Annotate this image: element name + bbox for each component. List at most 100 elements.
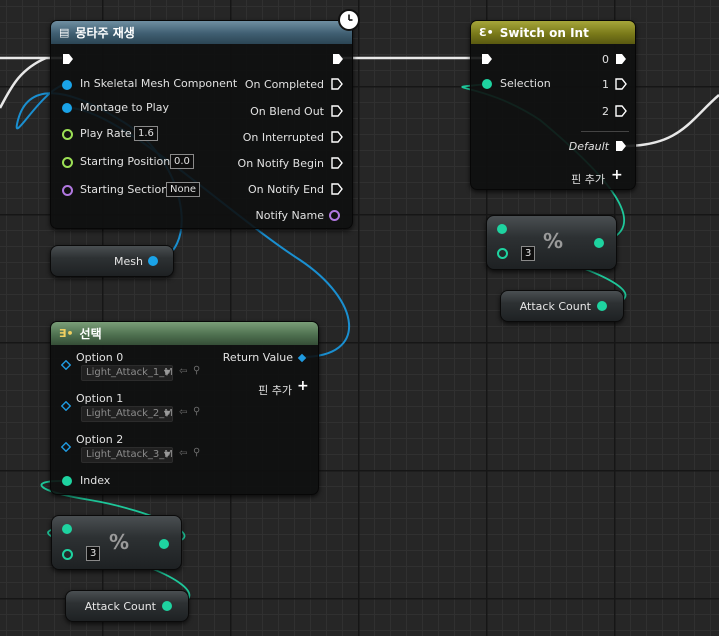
- default-pin[interactable]: [615, 140, 627, 152]
- play-rate-pin[interactable]: [62, 129, 73, 140]
- mesh-variable-node[interactable]: Mesh: [50, 245, 174, 277]
- selection-pin[interactable]: [482, 79, 492, 89]
- option-0-label: Option 0: [76, 351, 124, 364]
- switch-on-int-node[interactable]: Ɛ• Switch on Int Selection 0 1 2 Default…: [470, 20, 636, 190]
- start-section-input[interactable]: None: [166, 182, 201, 197]
- select-node[interactable]: ∃• 선택 Option 0 Light_Attack_1_M ▼ ⇦ ⚲ Opt…: [50, 321, 319, 495]
- switch-divider: [581, 131, 629, 132]
- index-pin[interactable]: [62, 476, 72, 486]
- play-rate-label: Play Rate: [80, 127, 132, 140]
- mesh-component-pin[interactable]: [62, 80, 72, 90]
- switch-exec-in-pin[interactable]: [481, 53, 493, 65]
- mesh-component-label: In Skeletal Mesh Component: [80, 77, 238, 90]
- on-completed-pin[interactable]: [331, 78, 343, 90]
- modulo-top-value-input[interactable]: 3: [521, 246, 536, 261]
- on-blend-out-label: On Blend Out: [250, 105, 324, 118]
- return-value-label: Return Value: [222, 351, 293, 364]
- switch-icon: Ɛ•: [479, 26, 494, 39]
- on-blend-out-pin[interactable]: [331, 105, 343, 117]
- play-montage-node[interactable]: ▤ 몽타주 재생 In Skeletal Mesh Component Mont…: [50, 20, 353, 229]
- case-0-label: 0: [602, 53, 609, 66]
- option-1-pin[interactable]: [61, 401, 71, 411]
- play-montage-title: 몽타주 재생: [75, 26, 135, 40]
- attack-count-top-pin[interactable]: [597, 301, 607, 311]
- return-value-pin[interactable]: [297, 353, 307, 363]
- exec-wire-default-out: [623, 94, 719, 148]
- option-2-dropdown[interactable]: Light_Attack_3_M ▼: [81, 447, 173, 463]
- start-section-label: Starting Section: [80, 183, 169, 196]
- modulo-top-output-pin[interactable]: [594, 238, 604, 248]
- option-1-browse-icon[interactable]: ⚲: [193, 406, 200, 417]
- modulo-bottom-value-input[interactable]: 3: [86, 546, 101, 561]
- selection-label: Selection: [500, 77, 551, 90]
- mesh-variable-pin[interactable]: [148, 256, 158, 266]
- select-header[interactable]: ∃• 선택: [51, 322, 318, 345]
- attack-count-node-bottom[interactable]: Attack Count: [65, 590, 189, 622]
- modulo-top-operator: %: [543, 229, 564, 253]
- attack-count-bottom-pin[interactable]: [162, 601, 172, 611]
- notify-name-label: Notify Name: [255, 209, 324, 222]
- modulo-node-top[interactable]: 3 %: [486, 215, 617, 270]
- mesh-variable-label: Mesh: [114, 255, 143, 268]
- on-completed-label: On Completed: [244, 78, 324, 91]
- option-2-use-icon[interactable]: ⇦: [179, 448, 187, 459]
- switch-add-pin-label[interactable]: 핀 추가: [571, 171, 605, 187]
- option-2-browse-icon[interactable]: ⚲: [193, 447, 200, 458]
- latent-clock-icon: [338, 9, 360, 31]
- modulo-bottom-output-pin[interactable]: [159, 539, 169, 549]
- on-interrupted-label: On Interrupted: [242, 131, 324, 144]
- option-0-dropdown[interactable]: Light_Attack_1_M ▼: [81, 365, 173, 381]
- on-notify-end-label: On Notify End: [247, 183, 324, 196]
- notify-name-pin[interactable]: [329, 210, 340, 221]
- case-0-pin[interactable]: [615, 53, 627, 65]
- montage-label: Montage to Play: [80, 101, 169, 114]
- option-1-label: Option 1: [76, 392, 124, 405]
- case-1-pin[interactable]: [615, 78, 627, 90]
- option-0-browse-icon[interactable]: ⚲: [193, 365, 200, 376]
- select-title: 선택: [79, 327, 102, 341]
- exec-in-pin[interactable]: [62, 53, 74, 65]
- start-pos-pin[interactable]: [62, 157, 73, 168]
- switch-title: Switch on Int: [499, 25, 589, 40]
- play-montage-header[interactable]: ▤ 몽타주 재생: [51, 21, 352, 44]
- option-0-use-icon[interactable]: ⇦: [179, 366, 187, 377]
- option-1-dropdown[interactable]: Light_Attack_2_M ▼: [81, 406, 173, 422]
- option-2-pin[interactable]: [61, 442, 71, 452]
- modulo-top-input-a-pin[interactable]: [497, 224, 507, 234]
- option-0-pin[interactable]: [61, 360, 71, 370]
- on-notify-begin-label: On Notify Begin: [237, 157, 324, 170]
- select-add-pin-icon[interactable]: +: [297, 378, 309, 394]
- modulo-node-bottom[interactable]: 3 %: [51, 515, 182, 570]
- dropdown-arrow-icon: ▼: [163, 368, 170, 377]
- switch-header[interactable]: Ɛ• Switch on Int: [471, 21, 635, 44]
- switch-add-pin-icon[interactable]: +: [611, 167, 623, 183]
- function-icon: ▤: [59, 26, 70, 39]
- exec-out-pin[interactable]: [332, 53, 344, 65]
- attack-count-top-label: Attack Count: [519, 300, 591, 313]
- case-2-label: 2: [602, 105, 609, 118]
- play-rate-input[interactable]: 1.6: [134, 126, 158, 141]
- case-2-pin[interactable]: [615, 105, 627, 117]
- case-1-label: 1: [602, 78, 609, 91]
- option-1-value: Light_Attack_2_M: [86, 408, 173, 419]
- option-2-value: Light_Attack_3_M: [86, 449, 173, 460]
- modulo-bottom-input-a-pin[interactable]: [62, 524, 72, 534]
- modulo-bottom-input-b-pin[interactable]: [62, 549, 73, 560]
- on-interrupted-pin[interactable]: [331, 131, 343, 143]
- dropdown-arrow-icon: ▼: [163, 409, 170, 418]
- option-2-label: Option 2: [76, 433, 124, 446]
- index-label: Index: [80, 474, 111, 487]
- on-notify-begin-pin[interactable]: [331, 157, 343, 169]
- on-notify-end-pin[interactable]: [331, 183, 343, 195]
- attack-count-node-top[interactable]: Attack Count: [500, 290, 624, 322]
- exec-wire-left-curve: [0, 56, 47, 109]
- start-pos-input[interactable]: 0.0: [170, 154, 194, 169]
- modulo-top-input-b-pin[interactable]: [497, 248, 508, 259]
- dropdown-arrow-icon: ▼: [163, 450, 170, 459]
- default-label: Default: [568, 140, 609, 153]
- option-1-use-icon[interactable]: ⇦: [179, 407, 187, 418]
- montage-pin[interactable]: [62, 103, 72, 113]
- select-add-pin-label[interactable]: 핀 추가: [258, 382, 292, 398]
- start-section-pin[interactable]: [62, 185, 73, 196]
- modulo-bottom-operator: %: [109, 530, 130, 554]
